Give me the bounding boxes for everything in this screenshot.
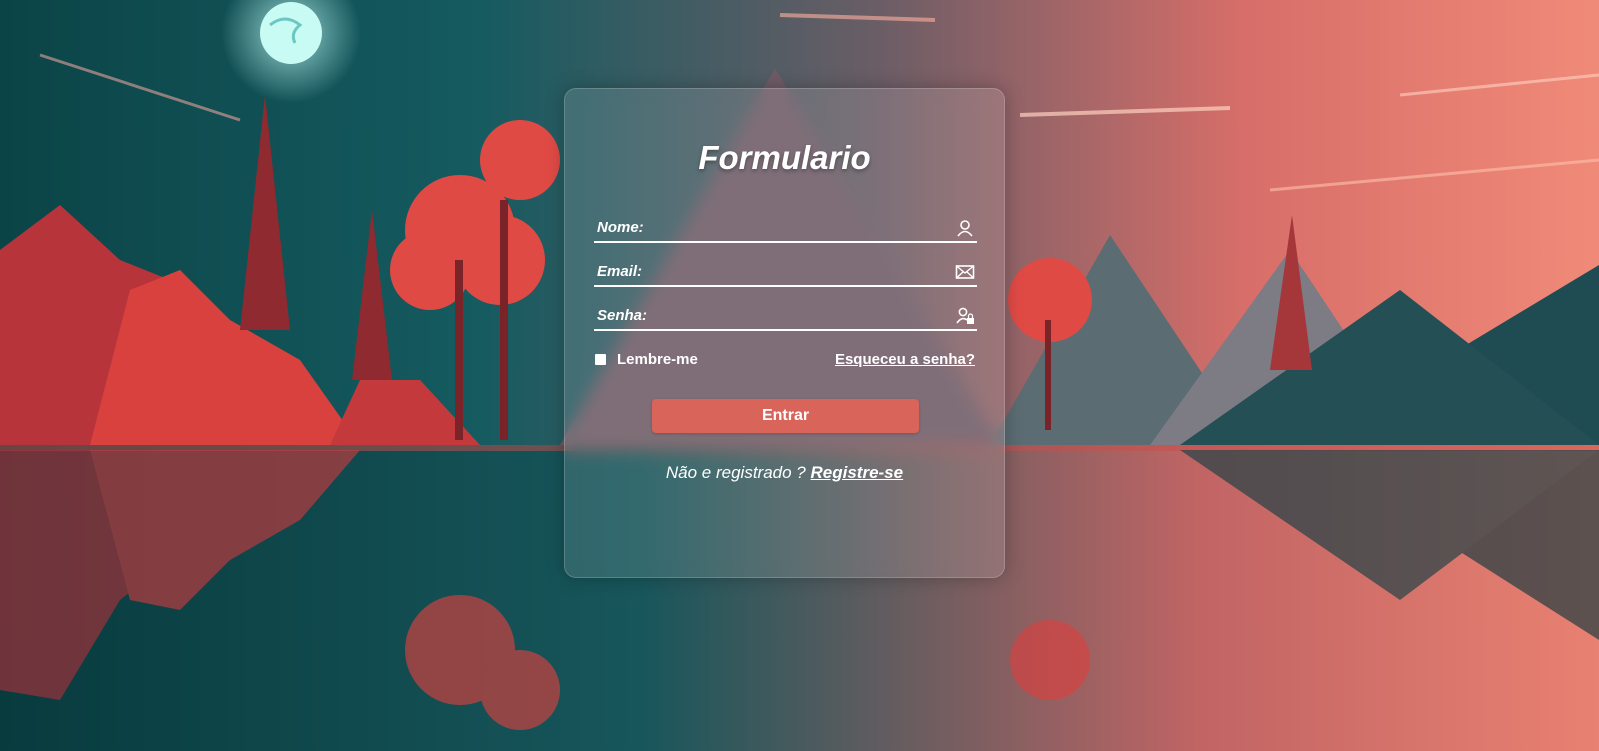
login-form-card: Formulario Nome: Email: Senha: Lembre-me…: [564, 88, 1005, 578]
remember-me[interactable]: Lembre-me: [595, 351, 698, 368]
register-link[interactable]: Registre-se: [811, 463, 904, 482]
password-field[interactable]: Senha:: [594, 303, 977, 331]
login-page: Formulario Nome: Email: Senha: Lembre-me…: [0, 0, 1599, 751]
email-field-label: Email:: [597, 263, 643, 280]
register-prompt: Não e registrado ? Registre-se: [565, 463, 1004, 483]
email-field[interactable]: Email:: [594, 259, 977, 287]
submit-button[interactable]: Entrar: [652, 399, 919, 433]
user-icon: [955, 218, 975, 238]
name-field[interactable]: Nome:: [594, 215, 977, 243]
form-title: Formulario: [698, 139, 871, 176]
password-field-label: Senha:: [597, 307, 648, 324]
user-lock-icon: [955, 306, 975, 326]
forgot-password-link[interactable]: Esqueceu a senha?: [835, 351, 975, 368]
remember-me-label: Lembre-me: [617, 351, 698, 368]
name-field-label: Nome:: [597, 219, 644, 236]
remember-me-checkbox[interactable]: [595, 354, 606, 365]
envelope-icon: [955, 262, 975, 282]
register-prompt-text: Não e registrado ?: [665, 463, 806, 482]
